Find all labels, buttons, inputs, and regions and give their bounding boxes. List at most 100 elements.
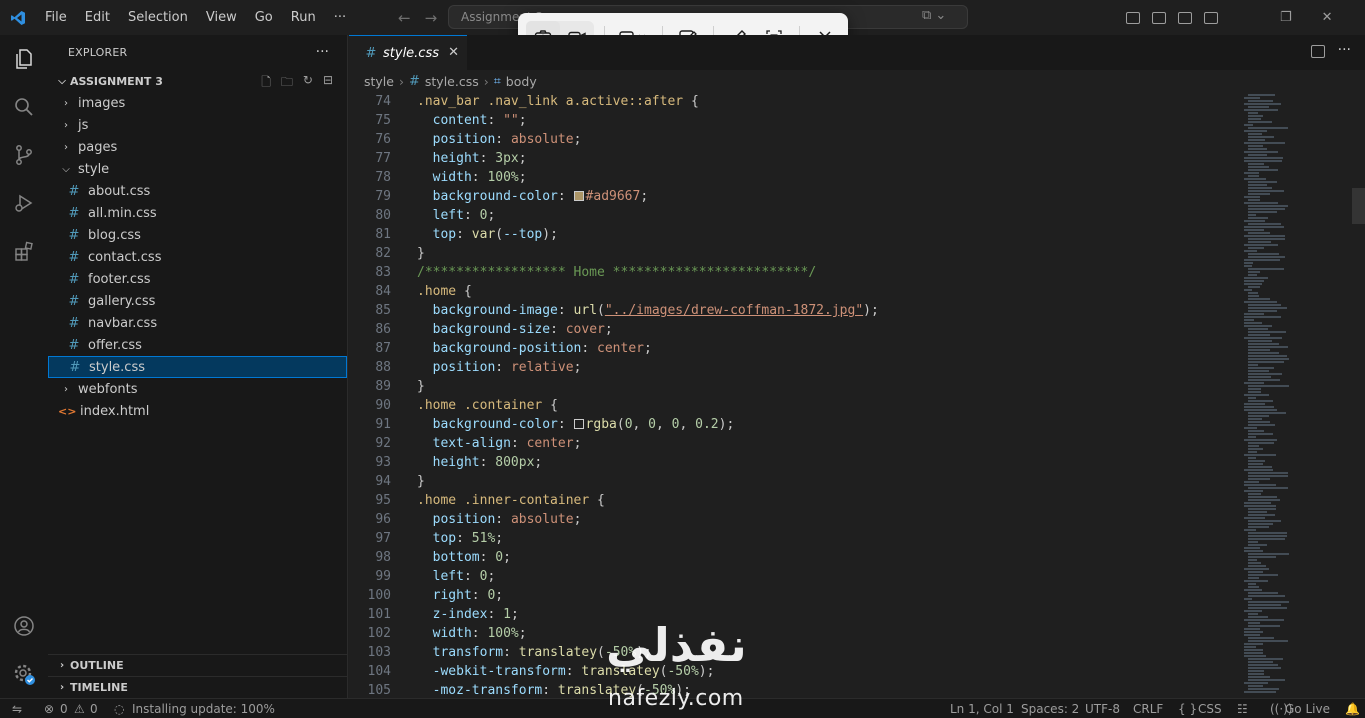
code-line[interactable]: 79 background-color: #ad9667; — [349, 187, 1239, 206]
search-icon[interactable] — [0, 83, 48, 131]
new-folder-icon[interactable]: 🗀 — [281, 73, 293, 94]
tree-item-webfonts[interactable]: › webfonts — [48, 378, 347, 400]
settings-gear-icon[interactable] — [0, 650, 48, 698]
close-window-icon[interactable]: ✕ — [1322, 10, 1333, 25]
spell-check-icon[interactable]: ☷ — [1237, 699, 1248, 718]
language-mode[interactable]: CSS — [1198, 699, 1222, 718]
menu-run[interactable]: Run — [282, 0, 325, 35]
go-live-button[interactable]: Go Live — [1285, 699, 1330, 718]
split-editor-icon[interactable] — [1311, 45, 1325, 58]
errors-icon[interactable]: ⊗ — [44, 699, 54, 718]
run-debug-icon[interactable] — [0, 179, 48, 227]
remote-icon[interactable]: ⇋ — [12, 699, 22, 718]
outline-section-header[interactable]: › OUTLINE — [48, 654, 348, 676]
new-file-icon[interactable]: 🗋 — [261, 73, 271, 94]
code-line[interactable]: 84 .home { — [349, 282, 1239, 301]
code-line[interactable]: 80 left: 0; — [349, 206, 1239, 225]
editor-scrollbar[interactable] — [1352, 188, 1365, 224]
refresh-icon[interactable]: ↻ — [303, 73, 313, 94]
code-line[interactable]: 105 -moz-transform: translatey(-50%); — [349, 681, 1239, 698]
code-line[interactable]: 88 position: relative; — [349, 358, 1239, 377]
code-line[interactable]: 100 right: 0; — [349, 586, 1239, 605]
toggle-secondary-sidebar-icon[interactable] — [1204, 11, 1218, 24]
close-tab-icon[interactable]: ✕ — [448, 45, 459, 60]
tree-item-about-css[interactable]: # about.css — [48, 180, 347, 202]
menu-file[interactable]: File — [36, 0, 76, 35]
menu-selection[interactable]: Selection — [119, 0, 197, 35]
code-line[interactable]: 86 background-size: cover; — [349, 320, 1239, 339]
explorer-icon[interactable] — [0, 35, 48, 83]
tree-item-index-html[interactable]: <> index.html — [48, 400, 347, 422]
code-line[interactable]: 78 width: 100%; — [349, 168, 1239, 187]
code-line[interactable]: 101 z-index: 1; — [349, 605, 1239, 624]
notifications-bell-icon[interactable]: 🔔 — [1345, 699, 1360, 718]
tree-item-all-min-css[interactable]: # all.min.css — [48, 202, 347, 224]
warning-count[interactable]: 0 — [90, 699, 98, 718]
warnings-icon[interactable]: ⚠ — [74, 699, 85, 718]
minimap[interactable] — [1244, 92, 1350, 698]
code-line[interactable]: 91 background-color: rgba(0, 0, 0, 0.2); — [349, 415, 1239, 434]
tree-item-navbar-css[interactable]: # navbar.css — [48, 312, 347, 334]
code-line[interactable]: 87 background-position: center; — [349, 339, 1239, 358]
menu-edit[interactable]: Edit — [76, 0, 119, 35]
tab-style-css[interactable]: # style.css ✕ — [349, 35, 467, 70]
tree-item-pages[interactable]: › pages — [48, 136, 347, 158]
code-line[interactable]: 103 transform: translatey(-50%); — [349, 643, 1239, 662]
code-line[interactable]: 77 height: 3px; — [349, 149, 1239, 168]
code-line[interactable]: 74 .nav_bar .nav_link a.active::after { — [349, 92, 1239, 111]
tree-item-gallery-css[interactable]: # gallery.css — [48, 290, 347, 312]
error-count[interactable]: 0 — [60, 699, 68, 718]
tree-item-contact-css[interactable]: # contact.css — [48, 246, 347, 268]
braces-indicator[interactable]: { } — [1178, 699, 1197, 718]
code-line[interactable]: 89} — [349, 377, 1239, 396]
line-endings[interactable]: CRLF — [1133, 699, 1163, 718]
sidebar-more-icon[interactable]: ··· — [316, 35, 329, 70]
code-line[interactable]: 93 height: 800px; — [349, 453, 1239, 472]
tree-item-js[interactable]: › js — [48, 114, 347, 136]
toggle-panel-icon[interactable] — [1178, 11, 1192, 24]
breadcrumb-symbol[interactable]: body — [506, 74, 537, 89]
code-line[interactable]: 98 bottom: 0; — [349, 548, 1239, 567]
tree-item-offer-css[interactable]: # offer.css — [48, 334, 347, 356]
account-icon[interactable] — [0, 602, 48, 650]
source-control-icon[interactable] — [0, 131, 48, 179]
code-line[interactable]: 95 .home .inner-container { — [349, 491, 1239, 510]
code-line[interactable]: 97 top: 51%; — [349, 529, 1239, 548]
extensions-icon[interactable] — [0, 227, 48, 275]
code-line[interactable]: 85 background-image: url("../images/drew… — [349, 301, 1239, 320]
customize-layout-icon[interactable] — [1126, 11, 1140, 24]
code-editor[interactable]: 74 .nav_bar .nav_link a.active::after {75… — [349, 92, 1365, 698]
code-line[interactable]: 90 .home .container { — [349, 396, 1239, 415]
tree-item-style[interactable]: ⌵ style — [48, 158, 347, 180]
back-arrow-icon[interactable]: ← — [398, 9, 411, 27]
restore-window-icon[interactable]: ❐ — [1280, 10, 1292, 25]
code-line[interactable]: 81 top: var(--top); — [349, 225, 1239, 244]
tree-item-images[interactable]: › images — [48, 92, 347, 114]
toggle-sidebar-icon[interactable] — [1152, 11, 1166, 24]
code-line[interactable]: 82} — [349, 244, 1239, 263]
breadcrumb-folder[interactable]: style — [364, 74, 394, 89]
update-status[interactable]: Installing update: 100% — [132, 699, 275, 718]
copilot-icon[interactable]: ⧉ ⌄ — [922, 8, 946, 23]
timeline-section-header[interactable]: › TIMELINE — [48, 676, 348, 698]
code-line[interactable]: 92 text-align: center; — [349, 434, 1239, 453]
code-line[interactable]: 94} — [349, 472, 1239, 491]
menu-go[interactable]: Go — [246, 0, 282, 35]
tree-item-style-css[interactable]: # style.css — [48, 356, 347, 378]
menu-more[interactable]: ··· — [325, 0, 355, 35]
code-line[interactable]: 96 position: absolute; — [349, 510, 1239, 529]
code-line[interactable]: 75 content: ""; — [349, 111, 1239, 130]
forward-arrow-icon[interactable]: → — [425, 9, 438, 27]
encoding[interactable]: UTF-8 — [1085, 699, 1120, 718]
code-line[interactable]: 102 width: 100%; — [349, 624, 1239, 643]
code-line[interactable]: 99 left: 0; — [349, 567, 1239, 586]
breadcrumb-file[interactable]: style.css — [425, 74, 479, 89]
cursor-position[interactable]: Ln 1, Col 1 — [950, 699, 1014, 718]
menu-view[interactable]: View — [197, 0, 246, 35]
indentation[interactable]: Spaces: 2 — [1021, 699, 1079, 718]
tree-item-blog-css[interactable]: # blog.css — [48, 224, 347, 246]
collapse-all-icon[interactable]: ⊟ — [323, 73, 333, 94]
code-line[interactable]: 83 /****************** Home *************… — [349, 263, 1239, 282]
code-line[interactable]: 104 -webkit-transform: translatey(-50%); — [349, 662, 1239, 681]
code-line[interactable]: 76 position: absolute; — [349, 130, 1239, 149]
